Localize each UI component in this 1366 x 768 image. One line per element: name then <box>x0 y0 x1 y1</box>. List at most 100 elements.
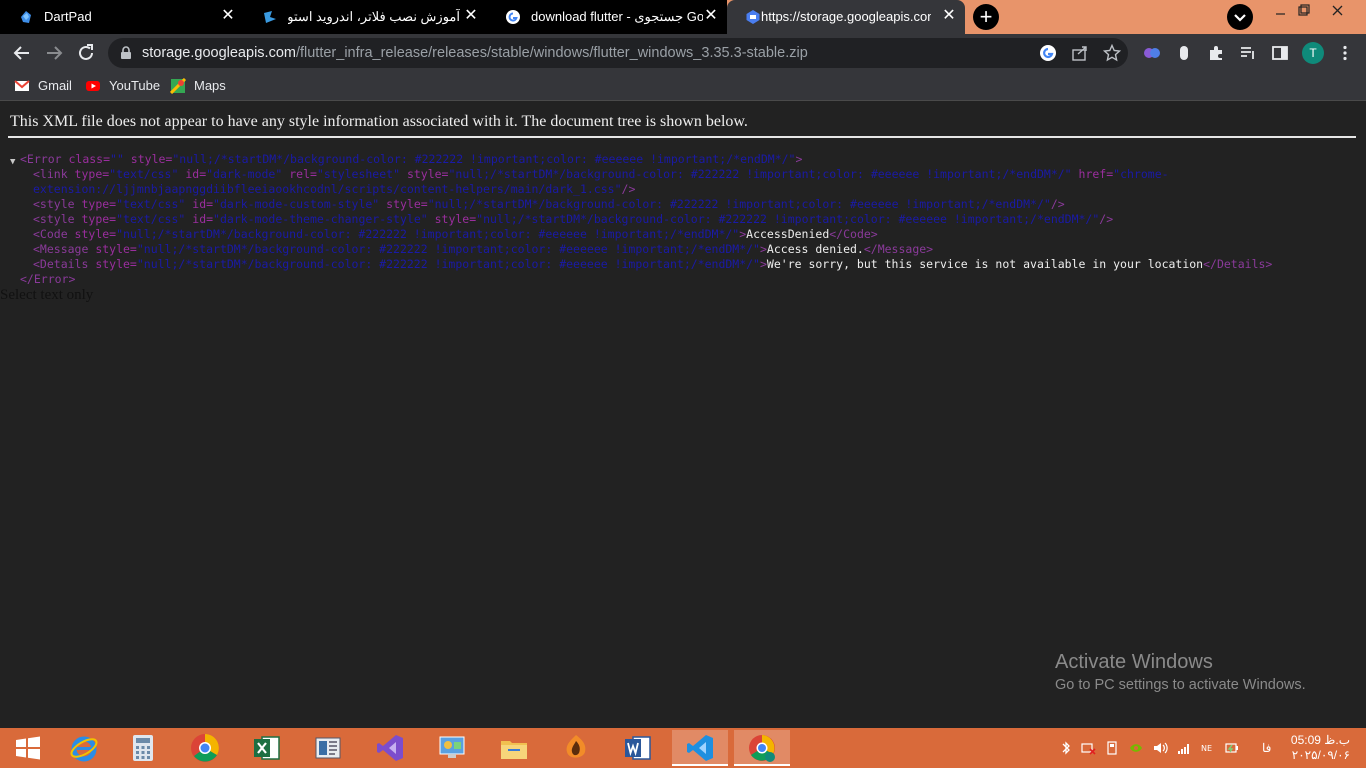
tab-flutter-tutorial[interactable]: آموزش نصب فلاتر، اندروید استودیو ✕ <box>244 0 487 34</box>
media-queue-icon[interactable] <box>1239 44 1257 62</box>
internet-explorer-icon <box>70 736 98 762</box>
taskbar-internet-explorer[interactable] <box>56 730 112 766</box>
bookmark-star-icon[interactable] <box>1103 44 1121 62</box>
tab-title: download flutter - جستجوی Goog <box>531 9 703 24</box>
notice-divider <box>8 136 1356 138</box>
storage-icon <box>746 10 760 24</box>
close-tab-icon[interactable]: ✕ <box>463 8 479 24</box>
xml-line-link-cont: extension://ljjmnbjaapnggdiibfleeiaookhc… <box>33 182 636 196</box>
select-text-only-label: Select text only <box>0 287 94 303</box>
bluetooth-icon[interactable] <box>1058 740 1074 756</box>
usb-device-icon[interactable] <box>1104 740 1120 756</box>
new-tab-button[interactable]: + <box>973 4 999 30</box>
youtube-icon <box>86 81 100 91</box>
restore-icon <box>1298 4 1310 16</box>
tab-search-button[interactable] <box>1227 4 1253 30</box>
taskbar-vscode[interactable] <box>672 730 728 766</box>
clock-time: 05:09 ب.ظ <box>1290 733 1350 747</box>
xml-line-message: <Message style="null;/*startDM*/backgrou… <box>33 242 934 256</box>
taskbar-file-explorer[interactable] <box>486 730 542 766</box>
restore-button[interactable] <box>1290 2 1316 28</box>
forward-arrow-icon[interactable] <box>43 42 65 64</box>
excel-icon <box>254 736 280 760</box>
volume-icon[interactable] <box>1152 740 1168 756</box>
extension-mouse-icon[interactable] <box>1175 44 1193 62</box>
xml-line-details: <Details style="null;/*startDM*/backgrou… <box>33 257 1273 271</box>
word-icon <box>625 736 651 760</box>
xml-line-link: <link type="text/css" id="dark-mode" rel… <box>33 167 1169 181</box>
keyboard-layout-icon[interactable]: NE <box>1200 740 1216 756</box>
google-icon <box>506 10 520 24</box>
close-icon <box>1332 5 1343 16</box>
side-panel-icon[interactable] <box>1271 44 1289 62</box>
tab-title: https://storage.googleapis.com/f <box>761 9 931 24</box>
bookmark-youtube[interactable]: YouTube <box>85 77 160 95</box>
taskbar-chrome[interactable] <box>177 730 233 766</box>
xml-line-style-custom: <style type="text/css" id="dark-mode-cus… <box>33 197 1065 211</box>
file-explorer-icon <box>501 741 527 759</box>
address-bar[interactable]: storage.googleapis.com/flutter_infra_rel… <box>108 38 1128 68</box>
taskbar-word[interactable] <box>610 730 666 766</box>
activate-windows-title: Activate Windows <box>1055 651 1213 673</box>
system-clock[interactable]: 05:09 ب.ظ ۲۰۲۵/۰۹/۰۶ <box>1286 733 1350 763</box>
xml-no-style-notice: This XML file does not appear to have an… <box>10 113 748 130</box>
taskbar-chrome-profile[interactable] <box>734 730 790 766</box>
menu-kebab-icon[interactable] <box>1336 44 1354 62</box>
google-lens-icon[interactable] <box>1039 44 1057 62</box>
bookmark-maps[interactable]: Maps <box>170 77 230 95</box>
tab-google-search[interactable]: download flutter - جستجوی Goog ✕ <box>487 0 727 34</box>
collapse-triangle-icon[interactable]: ▼ <box>10 155 15 170</box>
tab-title: آموزش نصب فلاتر، اندروید استودیو <box>288 9 460 24</box>
windows-taskbar: NE فا 05:09 ب.ظ ۲۰۲۵/۰۹/۰۶ <box>0 728 1366 768</box>
taskbar-calculator[interactable] <box>115 730 171 766</box>
maps-icon <box>170 78 186 94</box>
bookmark-gmail[interactable]: Gmail <box>14 77 74 95</box>
taskbar-excel[interactable] <box>239 730 295 766</box>
taskbar-reader[interactable] <box>300 730 356 766</box>
xml-line-style-theme: <style type="text/css" id="dark-mode-the… <box>33 212 1114 226</box>
activate-windows-subtitle: Go to PC settings to activate Windows. <box>1055 677 1306 693</box>
start-button[interactable] <box>0 730 56 766</box>
taskbar-fl-studio[interactable] <box>548 730 604 766</box>
tab-dartpad[interactable]: DartPad ✕ <box>0 0 244 34</box>
taskbar-visual-studio[interactable] <box>362 730 418 766</box>
url-text[interactable]: storage.googleapis.com/flutter_infra_rel… <box>142 45 808 61</box>
nvidia-icon[interactable] <box>1128 740 1144 756</box>
fl-studio-icon <box>566 735 586 758</box>
close-tab-icon[interactable]: ✕ <box>941 8 957 24</box>
battery-charging-icon[interactable] <box>1224 740 1240 756</box>
extensions-puzzle-icon[interactable] <box>1207 44 1225 62</box>
taskbar-control-panel[interactable] <box>424 730 480 766</box>
gmail-icon <box>14 80 30 91</box>
reader-icon <box>315 737 341 759</box>
back-arrow-icon[interactable] <box>11 42 33 64</box>
profile-avatar[interactable]: T <box>1302 42 1324 64</box>
dartpad-icon <box>21 11 31 23</box>
close-window-button[interactable] <box>1325 2 1351 28</box>
extension-brain-icon[interactable] <box>1143 44 1161 62</box>
input-language-indicator[interactable]: فا <box>1262 741 1271 755</box>
close-tab-icon[interactable]: ✕ <box>703 8 719 24</box>
share-icon[interactable] <box>1071 44 1089 62</box>
calculator-icon <box>133 735 153 761</box>
tab-strip: DartPad ✕ آموزش نصب فلاتر، اندروید استود… <box>0 0 1366 34</box>
browser-toolbar: storage.googleapis.com/flutter_infra_rel… <box>0 34 1366 72</box>
tab-storage-active[interactable]: https://storage.googleapis.com/f ✕ <box>727 0 965 34</box>
svg-text:NE: NE <box>1201 744 1212 753</box>
cafe-bazaar-icon <box>264 11 276 23</box>
wifi-signal-icon[interactable] <box>1176 740 1192 756</box>
vscode-icon <box>687 735 713 761</box>
lock-icon[interactable] <box>119 46 133 60</box>
control-panel-icon <box>439 736 465 758</box>
visual-studio-icon <box>377 735 403 761</box>
chrome-profile-icon <box>749 735 775 762</box>
xml-line-code: <Code style="null;/*startDM*/background-… <box>33 227 878 241</box>
start-icon <box>16 736 40 760</box>
xml-line-error-close: </Error> <box>20 272 76 286</box>
xml-line-error-open: <Error class="" style="null;/*startDM*/b… <box>20 152 803 166</box>
close-tab-icon[interactable]: ✕ <box>220 8 236 24</box>
clock-date: ۲۰۲۵/۰۹/۰۶ <box>1291 748 1350 762</box>
reload-icon[interactable] <box>75 42 97 64</box>
network-error-icon[interactable] <box>1080 740 1096 756</box>
chrome-icon <box>191 734 219 762</box>
